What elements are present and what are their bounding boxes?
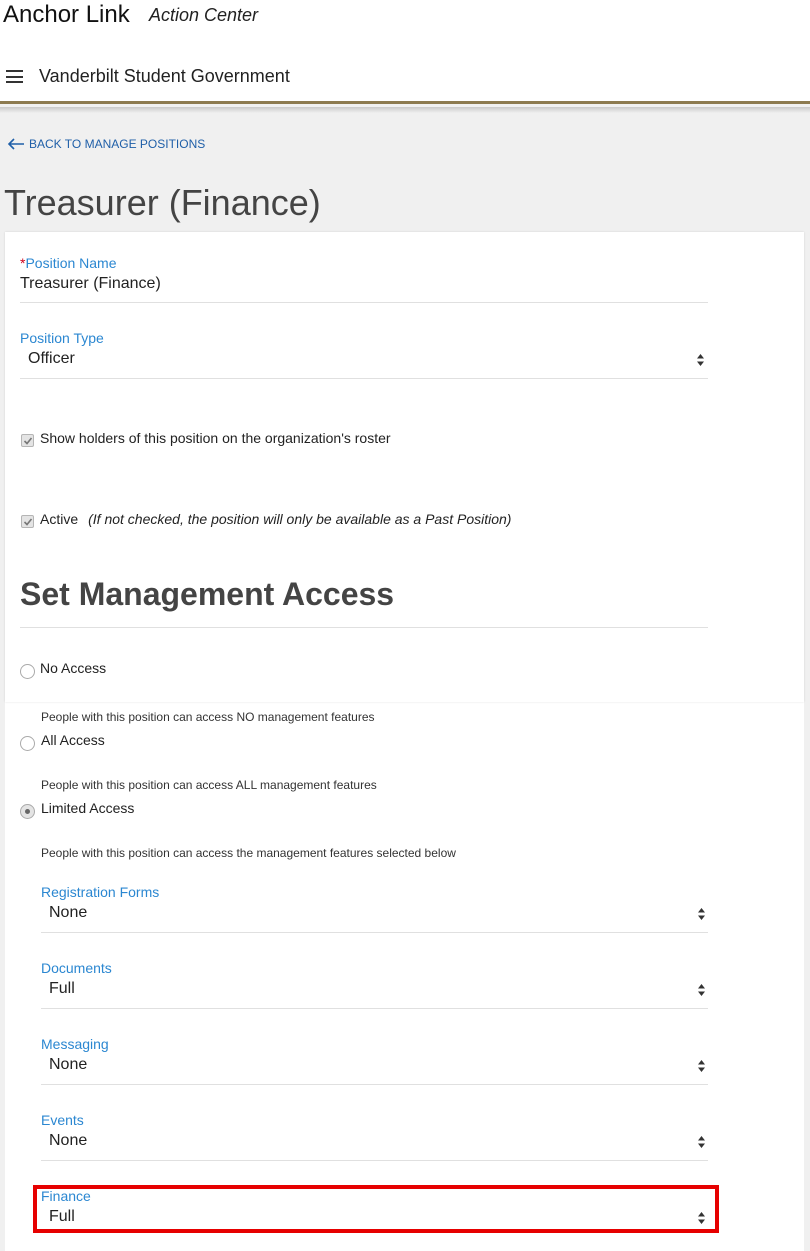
active-note: (If not checked, the position will only … [88,511,512,527]
organization-name[interactable]: Vanderbilt Student Government [39,66,290,87]
position-name-label: *Position Name [20,255,117,271]
position-name-input[interactable]: Treasurer (Finance) [20,275,161,293]
select-arrows-icon[interactable] [697,983,706,997]
registration-forms-label: Registration Forms [41,884,160,900]
show-on-roster-checkbox[interactable] [21,434,34,447]
events-select[interactable]: None [49,1132,87,1150]
position-type-label: Position Type [20,330,104,346]
position-name-label-text: Position Name [25,255,117,271]
organization-bar: Vanderbilt Student Government [0,40,810,104]
registration-forms-underline [41,932,708,933]
no-access-label: No Access [40,660,107,676]
all-access-label: All Access [41,732,105,748]
documents-label: Documents [41,960,112,976]
messaging-underline [41,1084,708,1085]
registration-forms-select[interactable]: None [49,904,87,922]
active-label: Active [40,511,79,527]
position-name-underline [20,302,708,303]
header-shadow [0,107,810,113]
select-arrows-icon[interactable] [697,1059,706,1073]
hamburger-menu-icon[interactable] [6,70,23,83]
select-arrows-icon[interactable] [697,907,706,921]
set-management-access-heading: Set Management Access [20,576,395,612]
position-type-select[interactable]: Officer [28,350,75,368]
documents-underline [41,1008,708,1009]
all-access-description: People with this position can access ALL… [41,778,377,792]
brand-logo-text[interactable]: Anchor Link [3,1,130,29]
finance-highlight-box [33,1185,719,1233]
limited-access-label: Limited Access [41,800,135,816]
arrow-left-icon[interactable] [7,137,25,151]
no-access-description: People with this position can access NO … [41,710,375,724]
select-arrows-icon[interactable] [697,1135,706,1149]
events-underline [41,1160,708,1161]
back-to-manage-positions-link[interactable]: BACK TO MANAGE POSITIONS [29,137,205,151]
action-center-label: Action Center [149,5,259,25]
limited-access-radio[interactable] [20,804,35,819]
messaging-label: Messaging [41,1036,109,1052]
all-access-radio[interactable] [20,736,35,751]
position-type-underline [20,378,708,379]
events-label: Events [41,1112,84,1128]
messaging-select[interactable]: None [49,1056,87,1074]
limited-access-description: People with this position can access the… [41,846,456,860]
top-bar: Anchor Link Action Center [0,0,810,40]
select-arrows-icon[interactable] [696,353,705,367]
no-access-radio[interactable] [20,664,35,679]
show-on-roster-label: Show holders of this position on the org… [40,430,391,446]
page-title: Treasurer (Finance) [4,182,321,223]
section-divider [20,627,708,628]
active-checkbox[interactable] [21,515,34,528]
active-label-row: Active (If not checked, the position will… [40,511,511,527]
documents-select[interactable]: Full [49,980,75,998]
